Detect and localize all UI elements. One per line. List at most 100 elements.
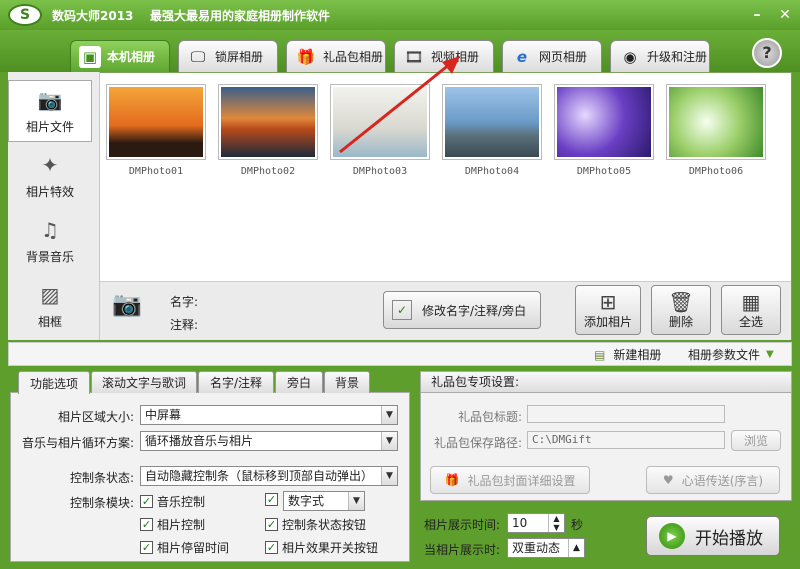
check-icon: ✓ [265, 518, 278, 531]
app-slogan: 最强大最易用的家庭相册制作软件 [150, 9, 331, 23]
album-params-dropdown[interactable]: 相册参数文件 ▼ [688, 346, 774, 363]
select-all-button[interactable]: ▦ 全选 [721, 285, 781, 335]
sidebar-item-label: 相片特效 [25, 184, 74, 199]
sidebar-item-photo-files[interactable]: 📷 相片文件 [8, 80, 92, 142]
sidebar-item-label: 相框 [37, 314, 62, 329]
minimize-icon[interactable]: – [748, 6, 766, 24]
check-icon: ✓ [265, 493, 278, 506]
checkbox-edit-icon: ✓ [392, 300, 412, 320]
globe-icon: ◉ [623, 47, 637, 66]
show-time-spinner[interactable]: 10 ▲ ▼ [507, 513, 565, 533]
gift-title-input[interactable] [527, 405, 725, 423]
tab-web-album[interactable]: e 网页相册 [502, 40, 602, 72]
note-label: 注释: [170, 318, 199, 332]
monitor-icon: 🖵 [190, 47, 206, 66]
loop-value: 循环播放音乐与相片 [145, 434, 254, 448]
gift-settings-title: 礼品包专项设置: [420, 371, 792, 393]
message-button[interactable]: ♥ 心语传送(序言) [646, 466, 780, 494]
digit-style-select[interactable]: 数字式 ▼ [283, 491, 365, 511]
camera-icon: 📷 [37, 87, 63, 112]
loop-select[interactable]: 循环播放音乐与相片 ▼ [140, 431, 398, 451]
check-icon: ✓ [140, 495, 153, 508]
chevron-down-icon: ▼ [381, 467, 397, 485]
sidebar-item-photo-effects[interactable]: ✦ 相片特效 [8, 145, 92, 207]
document-icon: ▤ [594, 347, 606, 362]
tab-label: 本机相册 [107, 50, 156, 64]
gift-save-path-input[interactable]: C:\DMGift [527, 431, 725, 449]
photo-name: DMPhoto02 [240, 166, 296, 177]
photo-name: DMPhoto03 [352, 166, 408, 177]
photo-thumbnail[interactable] [218, 84, 318, 160]
gift-save-path-label: 礼品包保存路径: [433, 436, 522, 450]
area-size-value: 中屏幕 [145, 408, 182, 422]
tab-lockscreen-album[interactable]: 🖵 锁屏相册 [178, 40, 278, 72]
heart-icon: ♥ [662, 473, 674, 487]
photo-album-icon: ▣ [79, 45, 101, 68]
camera-icon: 📷 [112, 290, 142, 318]
loop-label: 音乐与相片循环方案: [21, 436, 134, 450]
control-state-label: 控制条状态: [69, 471, 134, 485]
checkbox-control-state-button[interactable]: ✓ 控制条状态按钮 [265, 516, 366, 533]
gift-icon: 🎁 [296, 47, 316, 66]
annotation-arrow [339, 56, 460, 154]
sidebar-item-label: 相片文件 [25, 119, 74, 134]
checkbox-effect-switch-button[interactable]: ✓ 相片效果开关按钮 [265, 539, 378, 556]
checkbox-label: 相片停留时间 [157, 541, 230, 555]
new-album-label: 新建相册 [613, 348, 662, 362]
when-showing-select[interactable]: 双重动态 ▲ [507, 538, 585, 558]
spinner-arrows-icon: ▲ ▼ [548, 514, 564, 532]
control-state-value: 自动隐藏控制条（鼠标移到顶部自动弹出） [145, 469, 374, 483]
album-params-label: 相册参数文件 [688, 348, 761, 362]
digit-style-value: 数字式 [288, 494, 325, 508]
edit-name-note-button[interactable]: ✓ 修改名字/注释/旁白 [383, 291, 541, 329]
help-button[interactable]: ? [752, 38, 782, 68]
tab-background[interactable]: 背景 [324, 371, 370, 393]
control-state-select[interactable]: 自动隐藏控制条（鼠标移到顶部自动弹出） ▼ [140, 466, 398, 486]
gift-icon: 🎁 [444, 473, 460, 487]
frame-icon: ▨ [40, 282, 60, 307]
show-time-label: 相片展示时间: [423, 518, 500, 532]
checkbox-music-control[interactable]: ✓ 音乐控制 [140, 493, 205, 510]
gift-cover-label: 礼品包封面详细设置 [467, 473, 576, 488]
checkbox-photo-control[interactable]: ✓ 相片控制 [140, 516, 205, 533]
checkbox-digit-style[interactable]: ✓ [265, 493, 278, 506]
control-module-label: 控制条模块: [69, 496, 134, 510]
delete-label: 删除 [668, 314, 693, 329]
photo-name: DMPhoto05 [576, 166, 632, 177]
new-album-link[interactable]: ▤ 新建相册 [594, 346, 661, 363]
tab-label: 锁屏相册 [215, 50, 264, 64]
tab-function-options[interactable]: 功能选项 [18, 371, 90, 394]
add-photo-icon: ⊞ [599, 289, 617, 314]
browse-button[interactable]: 浏览 [731, 430, 781, 451]
message-label: 心语传送(序言) [681, 473, 764, 488]
photo-thumbnail[interactable] [106, 84, 206, 160]
checkbox-photo-stay-time[interactable]: ✓ 相片停留时间 [140, 539, 229, 556]
app-logo: S [8, 4, 42, 26]
photo-name: DMPhoto04 [464, 166, 520, 177]
edit-button-label: 修改名字/注释/旁白 [422, 303, 527, 318]
close-icon[interactable]: ✕ [776, 6, 794, 24]
sidebar-item-background-music[interactable]: ♫ 背景音乐 [8, 210, 92, 272]
chevron-down-icon: ▼ [381, 406, 397, 424]
photo-name: DMPhoto01 [128, 166, 184, 177]
name-label: 名字: [170, 295, 199, 309]
gift-cover-settings-button[interactable]: 🎁 礼品包封面详细设置 [430, 466, 590, 494]
check-icon: ✓ [265, 541, 278, 554]
sidebar-item-frame[interactable]: ▨ 相框 [8, 275, 92, 337]
tab-name-notes[interactable]: 名字/注释 [198, 371, 274, 393]
chevron-down-icon: ▼ [348, 492, 364, 510]
add-photo-button[interactable]: ⊞ 添加相片 [575, 285, 641, 335]
check-icon: ✓ [140, 541, 153, 554]
delete-button[interactable]: 🗑 删除 [651, 285, 711, 335]
ie-icon: e [516, 47, 528, 66]
tab-upgrade-register[interactable]: ◉ 升级和注册 [610, 40, 710, 72]
area-size-select[interactable]: 中屏幕 ▼ [140, 405, 398, 425]
effects-icon: ✦ [41, 152, 59, 177]
start-play-button[interactable]: ▶ 开始播放 [646, 516, 780, 556]
photo-thumbnail[interactable] [666, 84, 766, 160]
tab-label: 网页相册 [539, 50, 588, 64]
tab-local-album[interactable]: ▣ 本机相册 [70, 40, 170, 72]
photo-thumbnail[interactable] [554, 84, 654, 160]
tab-narration[interactable]: 旁白 [275, 371, 323, 393]
tab-scroll-text-lyrics[interactable]: 滚动文字与歌词 [91, 371, 197, 393]
